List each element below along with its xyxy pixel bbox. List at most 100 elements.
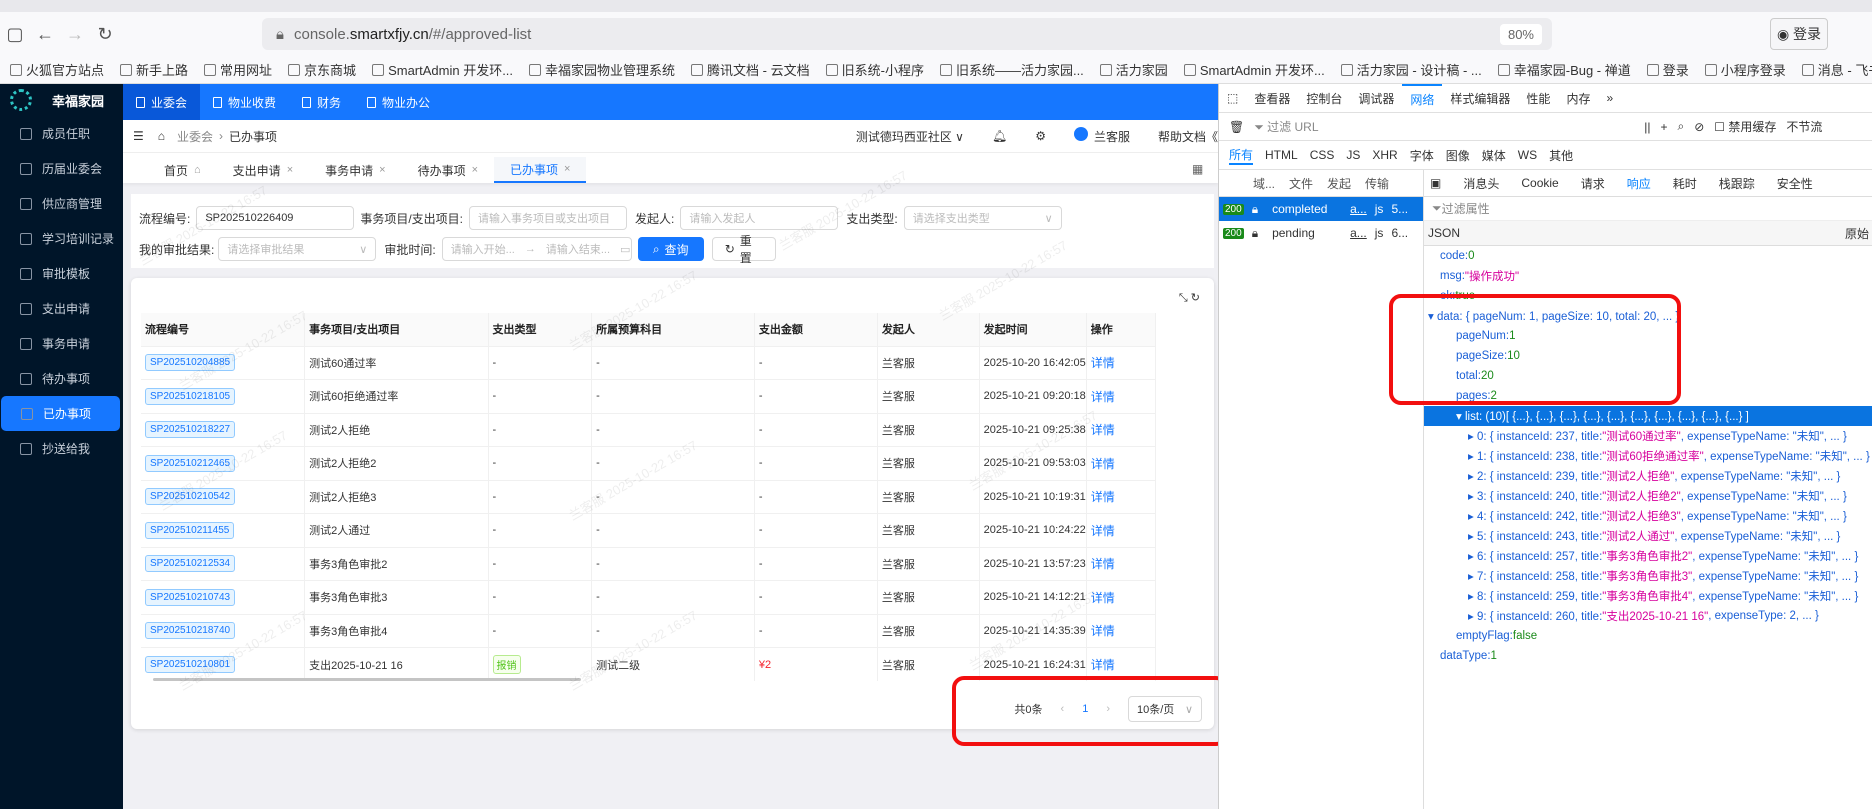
column-header[interactable]: 传输: [1365, 175, 1389, 192]
bell-icon[interactable]: 🔔︎: [992, 129, 1007, 143]
horizontal-scrollbar[interactable]: [153, 678, 581, 681]
json-line[interactable]: pageNum: 1: [1424, 326, 1872, 346]
json-line[interactable]: pageSize: 10: [1424, 346, 1872, 366]
detail-tab[interactable]: 响应: [1627, 175, 1651, 192]
bookmark-item[interactable]: 登录: [1646, 60, 1689, 79]
json-line[interactable]: dataType: 1: [1424, 646, 1872, 666]
flow-no-input[interactable]: SP202510226409: [196, 206, 355, 230]
sidebar-item[interactable]: 供应商管理: [0, 186, 123, 221]
block-icon[interactable]: ⊘: [1694, 120, 1704, 134]
home-icon[interactable]: ⌂: [158, 129, 165, 143]
detail-link[interactable]: 详情: [1091, 390, 1115, 404]
request-type-filter[interactable]: 所有: [1229, 146, 1254, 165]
request-type-filter[interactable]: 图像: [1446, 147, 1470, 164]
flow-no-tag[interactable]: SP202510204885: [145, 354, 236, 372]
flow-no-tag[interactable]: SP202510210743: [145, 588, 236, 606]
community-select[interactable]: 测试德玛西亚社区 ∨: [856, 128, 964, 145]
close-icon[interactable]: ×: [287, 164, 293, 176]
json-line[interactable]: code: 0: [1424, 246, 1872, 266]
initiator-input[interactable]: 请输入发起人: [680, 206, 839, 230]
request-type-filter[interactable]: WS: [1518, 148, 1537, 162]
refresh-icon[interactable]: ↻: [1191, 292, 1200, 304]
json-section-label[interactable]: JSON: [1428, 226, 1460, 240]
request-row[interactable]: 200 🔒︎ pending a... js 6...: [1219, 221, 1423, 245]
detail-link[interactable]: 详情: [1091, 591, 1115, 605]
top-nav-item[interactable]: 财务: [289, 84, 354, 120]
bookmark-item[interactable]: 消息 - 飞书: [1801, 60, 1872, 79]
sidebar-item[interactable]: 支出申请: [0, 291, 123, 326]
fullscreen-icon[interactable]: ⤡: [1179, 292, 1188, 304]
request-type-filter[interactable]: 其他: [1549, 147, 1573, 164]
close-icon[interactable]: ×: [564, 163, 570, 175]
reload-icon[interactable]: ↻: [90, 24, 120, 45]
devtools-tab[interactable]: 查看器: [1246, 84, 1298, 112]
flow-no-tag[interactable]: SP202510212465: [145, 454, 236, 472]
json-line[interactable]: emptyFlag: false: [1424, 626, 1872, 646]
json-line[interactable]: ▸ 7: { instanceId: 258, title: "事务3角色审批3…: [1424, 566, 1872, 586]
panel-toggle-icon[interactable]: ▣: [1430, 176, 1441, 190]
close-icon[interactable]: ×: [379, 164, 385, 176]
bookmark-item[interactable]: 活力家园: [1099, 60, 1168, 79]
flow-no-tag[interactable]: SP202510218105: [145, 387, 236, 405]
column-header[interactable]: 域...: [1253, 175, 1275, 192]
sidebar-item[interactable]: 事务申请: [0, 326, 123, 361]
sidebar-toggle-icon[interactable]: ▢: [0, 24, 30, 45]
sidebar-item[interactable]: 待办事项: [0, 361, 123, 396]
bookmark-item[interactable]: 常用网址: [204, 60, 272, 79]
flow-no-tag[interactable]: SP202510210542: [145, 488, 236, 506]
page-tab[interactable]: 已办事项 ×: [494, 157, 587, 183]
bookmark-item[interactable]: 新手上路: [120, 60, 188, 79]
flow-no-tag[interactable]: SP202510218740: [145, 622, 236, 640]
filter-url-input[interactable]: ⏷ 过滤 URL: [1254, 118, 1634, 135]
detail-link[interactable]: 详情: [1091, 557, 1115, 571]
sidebar-item[interactable]: 学习培训记录: [0, 221, 123, 256]
json-line[interactable]: total: 20: [1424, 366, 1872, 386]
bookmark-item[interactable]: 小程序登录: [1704, 60, 1786, 79]
tabs-grid-icon[interactable]: ▦: [1192, 162, 1203, 176]
flow-no-tag[interactable]: SP202510210801: [145, 656, 236, 673]
page-tab[interactable]: 事务申请 ×: [309, 157, 401, 183]
close-icon[interactable]: ×: [472, 164, 478, 176]
devtools-tab[interactable]: 样式编辑器: [1442, 84, 1518, 112]
detail-tab[interactable]: 消息头: [1463, 175, 1499, 192]
breadcrumb-item[interactable]: 业委会: [177, 128, 213, 145]
sidebar-item[interactable]: 已办事项: [1, 396, 120, 431]
forward-icon[interactable]: →: [60, 24, 90, 45]
request-type-filter[interactable]: 字体: [1410, 147, 1434, 164]
json-line[interactable]: ▾ data: { pageNum: 1, pageSize: 10, tota…: [1424, 306, 1872, 326]
json-line[interactable]: ▸ 6: { instanceId: 257, title: "事务3角色审批2…: [1424, 546, 1872, 566]
bookmark-item[interactable]: SmartAdmin 开发环...: [1183, 60, 1325, 79]
home-icon[interactable]: ⌂: [194, 164, 201, 176]
plus-icon[interactable]: +: [1660, 120, 1667, 134]
json-line[interactable]: msg: "操作成功": [1424, 266, 1872, 286]
detail-link[interactable]: 详情: [1091, 356, 1115, 370]
json-line[interactable]: pages: 2: [1424, 386, 1872, 406]
detail-tab[interactable]: Cookie: [1521, 176, 1558, 190]
help-docs-link[interactable]: 帮助文档《: [1158, 128, 1218, 145]
request-type-filter[interactable]: JS: [1346, 148, 1360, 162]
next-page-button[interactable]: ›: [1106, 703, 1110, 715]
detail-tab[interactable]: 安全性: [1777, 175, 1813, 192]
throttle-select[interactable]: 不节流: [1786, 118, 1822, 135]
flow-no-tag[interactable]: SP202510211455: [145, 521, 235, 539]
menu-collapse-icon[interactable]: ☰: [133, 129, 144, 143]
detail-link[interactable]: 详情: [1091, 524, 1115, 538]
filter-props-input[interactable]: ⏷ 过滤属性: [1424, 197, 1872, 221]
pause-icon[interactable]: ||: [1644, 120, 1650, 134]
json-line[interactable]: ok: true: [1424, 286, 1872, 306]
page-tab[interactable]: 支出申请 ×: [217, 157, 309, 183]
detail-tab[interactable]: 栈跟踪: [1719, 175, 1755, 192]
more-tools-icon[interactable]: »: [1598, 84, 1621, 112]
top-nav-item[interactable]: 物业收费: [200, 84, 289, 120]
page-tab[interactable]: 待办事项 ×: [402, 157, 494, 183]
trash-icon[interactable]: 🗑︎: [1229, 120, 1244, 134]
bookmark-item[interactable]: 旧系统——活力家园...: [939, 60, 1084, 79]
raw-toggle[interactable]: 原始: [1845, 225, 1869, 242]
page-1[interactable]: 1: [1082, 703, 1088, 715]
reset-button[interactable]: ↻ 重置: [711, 234, 776, 265]
detail-link[interactable]: 详情: [1091, 457, 1115, 471]
sidebar-item[interactable]: 历届业委会: [0, 151, 123, 186]
pick-element-icon[interactable]: ⬚: [1219, 84, 1246, 112]
detail-link[interactable]: 详情: [1091, 624, 1115, 638]
flow-no-tag[interactable]: SP202510212534: [145, 555, 236, 573]
